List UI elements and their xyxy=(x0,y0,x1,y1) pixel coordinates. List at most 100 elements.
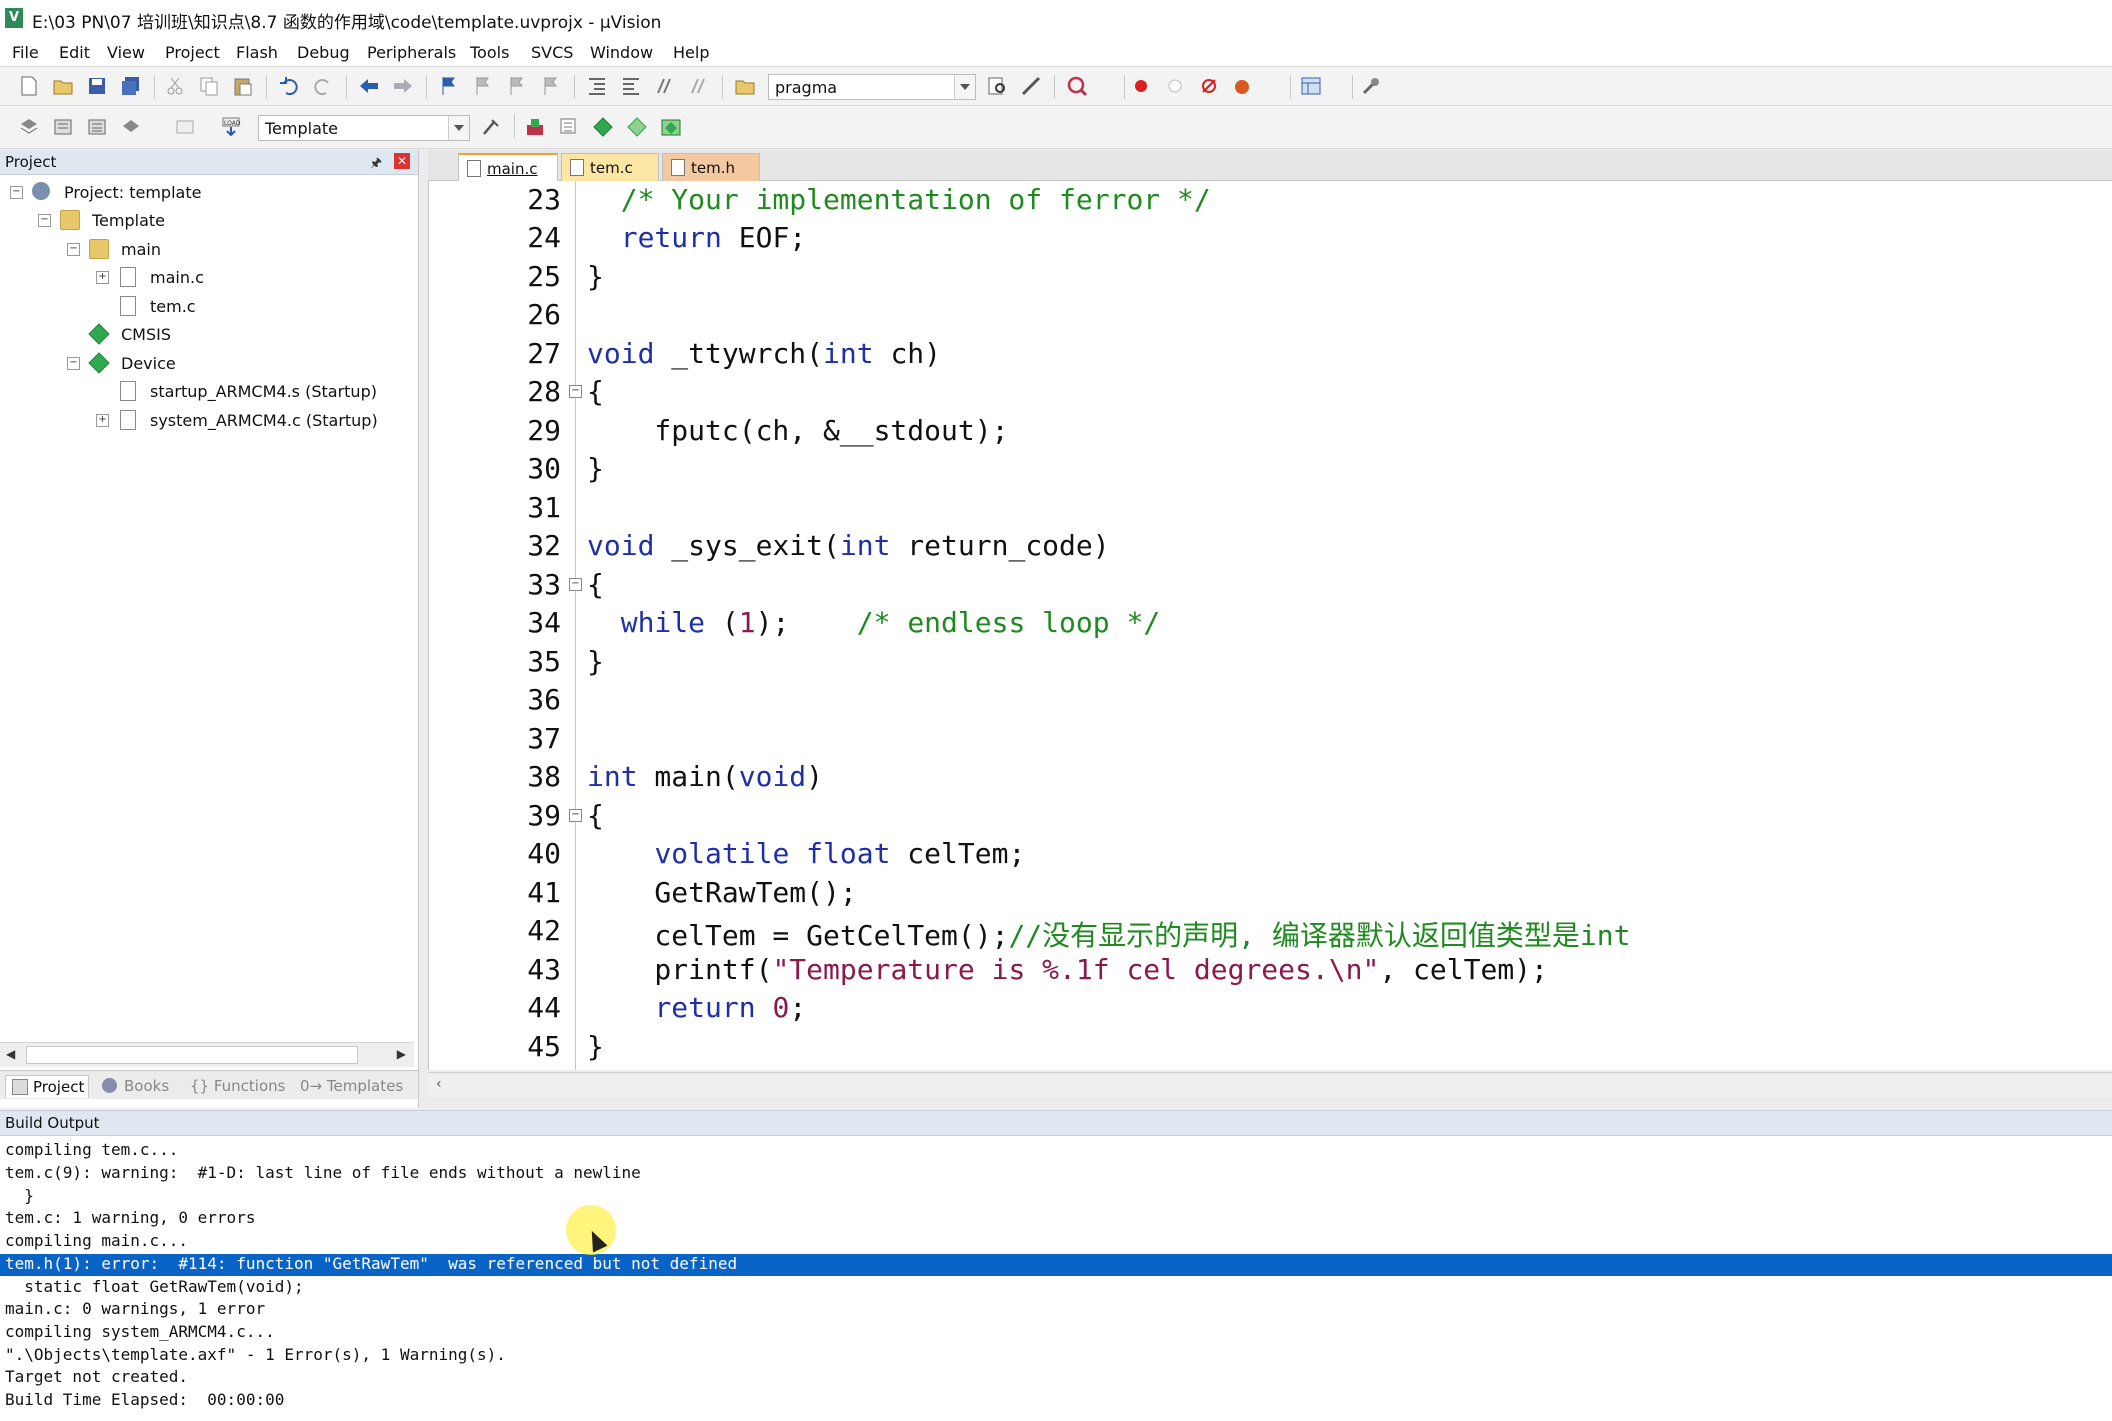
tab-label: 0→ Templates xyxy=(300,1077,404,1095)
menu-edit[interactable]: Edit xyxy=(59,43,90,62)
chevron-down-icon[interactable] xyxy=(448,116,469,140)
manage-rte-icon[interactable] xyxy=(592,116,614,138)
find-combobox[interactable]: pragma xyxy=(768,74,976,100)
find-in-files-icon[interactable] xyxy=(734,75,756,97)
collapse-icon[interactable]: − xyxy=(10,186,23,199)
menu-svcs[interactable]: SVCS xyxy=(531,43,573,62)
incremental-find-icon[interactable] xyxy=(1020,75,1042,97)
debug-session-icon[interactable] xyxy=(1066,75,1088,97)
undo-icon[interactable] xyxy=(278,75,300,97)
menu-project[interactable]: Project xyxy=(165,43,220,62)
tree-item-main-c[interactable]: + main.c xyxy=(96,265,416,289)
translate-icon[interactable] xyxy=(18,116,40,138)
fold-collapse-icon[interactable]: − xyxy=(569,385,582,398)
menu-flash[interactable]: Flash xyxy=(236,43,278,62)
menu-tools[interactable]: Tools xyxy=(470,43,509,62)
output-line-error-selected[interactable]: tem.h(1): error: #114: function "GetRawT… xyxy=(0,1254,2112,1276)
bookmark-clear-icon[interactable] xyxy=(540,75,562,97)
build-icon[interactable] xyxy=(52,116,74,138)
tree-item-tem-c[interactable]: tem.c xyxy=(96,294,416,318)
redo-icon[interactable] xyxy=(312,75,334,97)
scroll-left-icon[interactable]: ◀ xyxy=(6,1047,15,1061)
collapse-icon[interactable]: − xyxy=(67,243,80,256)
new-file-icon[interactable] xyxy=(18,75,40,97)
tab-label: Books xyxy=(124,1077,170,1095)
project-horizontal-scrollbar[interactable]: ◀ ▶ xyxy=(0,1042,414,1067)
comment-icon[interactable] xyxy=(654,75,676,97)
window-layout-icon[interactable] xyxy=(1300,75,1322,97)
file-icon xyxy=(120,296,136,316)
tree-item-cmsis[interactable]: CMSIS xyxy=(67,322,417,346)
paste-icon[interactable] xyxy=(232,75,254,97)
menu-file[interactable]: File xyxy=(12,43,39,62)
target-options-icon[interactable] xyxy=(480,116,502,138)
disable-breakpoint-icon[interactable] xyxy=(1164,75,1186,97)
stop-build-icon[interactable] xyxy=(174,116,196,138)
rebuild-icon[interactable] xyxy=(86,116,108,138)
menu-help[interactable]: Help xyxy=(673,43,709,62)
open-folder-icon[interactable] xyxy=(52,75,74,97)
scroll-left-icon[interactable]: ‹ xyxy=(436,1076,442,1092)
tree-item-project[interactable]: − Project: template xyxy=(10,180,410,204)
configure-icon[interactable] xyxy=(1360,75,1382,97)
code-line: 33 − { xyxy=(429,566,2112,604)
pin-icon[interactable]: 🖈 xyxy=(370,154,382,176)
disable-all-breakpoints-icon[interactable] xyxy=(1198,75,1220,97)
tab-functions[interactable]: {} Functions xyxy=(190,1075,290,1097)
menu-window[interactable]: Window xyxy=(590,43,653,62)
file-extensions-icon[interactable] xyxy=(524,116,546,138)
target-select[interactable]: Template xyxy=(258,115,470,141)
scroll-thumb[interactable] xyxy=(26,1046,358,1064)
navigate-forward-icon[interactable] xyxy=(392,75,414,97)
menu-peripherals[interactable]: Peripherals xyxy=(367,43,456,62)
fold-collapse-icon[interactable]: − xyxy=(569,809,582,822)
chevron-down-icon[interactable] xyxy=(954,75,975,99)
save-icon[interactable] xyxy=(86,75,108,97)
kill-all-breakpoints-icon[interactable] xyxy=(1232,75,1254,97)
breakpoint-icon[interactable] xyxy=(1130,75,1152,97)
bookmark-next-icon[interactable] xyxy=(506,75,528,97)
code-text: while (1); /* endless loop */ xyxy=(620,606,1161,639)
fold-collapse-icon[interactable]: − xyxy=(569,578,582,591)
cut-icon[interactable] xyxy=(164,75,186,97)
tree-item-device[interactable]: − Device xyxy=(67,351,417,375)
save-all-icon[interactable] xyxy=(120,75,142,97)
expand-icon[interactable]: + xyxy=(96,271,109,284)
tab-tem-h[interactable]: tem.h xyxy=(662,153,760,181)
bookmark-insert-icon[interactable] xyxy=(438,75,460,97)
bookmark-prev-icon[interactable] xyxy=(472,75,494,97)
menu-view[interactable]: View xyxy=(107,43,145,62)
output-line: ".\Objects\template.axf" - 1 Error(s), 1… xyxy=(5,1345,506,1364)
collapse-icon[interactable]: − xyxy=(38,214,51,227)
collapse-icon[interactable]: − xyxy=(67,357,80,370)
build-output-window[interactable]: compiling tem.c... tem.c(9): warning: #1… xyxy=(0,1136,2112,1421)
tree-item-startup[interactable]: startup_ARMCM4.s (Startup) xyxy=(96,379,416,403)
tree-item-system[interactable]: + system_ARMCM4.c (Startup) xyxy=(96,408,416,432)
find-icon[interactable] xyxy=(986,75,1008,97)
code-editor[interactable]: 23 /* Your implementation of ferror */ 2… xyxy=(428,181,2112,1070)
code-text: return EOF; xyxy=(620,221,807,254)
menu-debug[interactable]: Debug xyxy=(297,43,350,62)
scroll-right-icon[interactable]: ▶ xyxy=(397,1047,406,1061)
uncomment-icon[interactable] xyxy=(688,75,710,97)
unindent-icon[interactable] xyxy=(620,75,642,97)
manage-project-items-icon[interactable] xyxy=(558,116,580,138)
tree-item-group-main[interactable]: − main xyxy=(67,237,417,261)
select-packs-icon[interactable] xyxy=(626,116,648,138)
copy-icon[interactable] xyxy=(198,75,220,97)
expand-icon[interactable]: + xyxy=(96,414,109,427)
download-load-icon[interactable]: LOAD xyxy=(220,116,242,138)
line-number: 23 xyxy=(527,183,561,216)
indent-icon[interactable] xyxy=(586,75,608,97)
tab-tem-c[interactable]: tem.c xyxy=(561,153,659,181)
tab-main-c[interactable]: main.c xyxy=(458,153,558,182)
close-icon[interactable]: ✕ xyxy=(394,153,410,169)
navigate-back-icon[interactable] xyxy=(358,75,380,97)
editor-horizontal-scrollbar[interactable]: ‹ xyxy=(428,1072,2112,1097)
tree-item-target[interactable]: − Template xyxy=(38,208,418,232)
tab-templates[interactable]: 0→ Templates xyxy=(300,1075,412,1097)
pack-installer-icon[interactable] xyxy=(660,116,682,138)
tab-books[interactable]: Books xyxy=(98,1075,178,1097)
batch-build-icon[interactable] xyxy=(120,116,142,138)
tab-project[interactable]: Project xyxy=(5,1075,89,1098)
